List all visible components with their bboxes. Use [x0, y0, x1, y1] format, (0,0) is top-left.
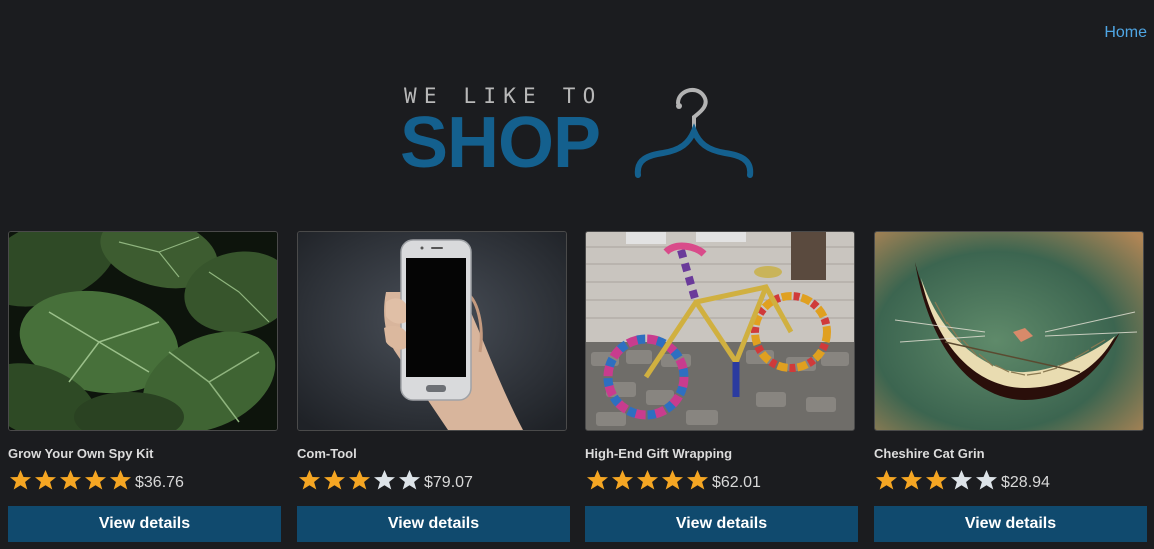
- star-filled-icon: [660, 469, 685, 491]
- star-filled-icon: [8, 469, 33, 491]
- star-empty-icon: [397, 469, 422, 491]
- product-price: $62.01: [712, 474, 761, 491]
- logo-brand: SHOP: [400, 103, 601, 183]
- site-logo[interactable]: WE LIKE TO SHOP: [400, 82, 760, 182]
- product-image[interactable]: [8, 231, 278, 431]
- product-price: $36.76: [135, 474, 184, 491]
- green-leaves-image: [9, 232, 277, 430]
- star-filled-icon: [924, 469, 949, 491]
- product-image[interactable]: [585, 231, 855, 431]
- star-filled-icon: [635, 469, 660, 491]
- star-filled-icon: [108, 469, 133, 491]
- star-filled-icon: [33, 469, 58, 491]
- hand-holding-phone-image: [298, 232, 566, 430]
- product-price: $79.07: [424, 474, 473, 491]
- star-filled-icon: [297, 469, 322, 491]
- cheshire-cat-grin-image: [875, 232, 1143, 430]
- hanger-icon: [634, 87, 754, 178]
- star-filled-icon: [685, 469, 710, 491]
- star-filled-icon: [58, 469, 83, 491]
- star-filled-icon: [899, 469, 924, 491]
- product-name[interactable]: Cheshire Cat Grin: [874, 446, 1147, 461]
- view-details-button[interactable]: View details: [8, 506, 281, 542]
- product-name[interactable]: Com-Tool: [297, 446, 570, 461]
- product-image[interactable]: [874, 231, 1144, 431]
- star-rating: [874, 469, 999, 491]
- product-rating: $36.76: [8, 468, 281, 492]
- yarn-bombed-bicycle-image: [586, 232, 854, 430]
- product-name[interactable]: High-End Gift Wrapping: [585, 446, 858, 461]
- star-empty-icon: [974, 469, 999, 491]
- product-price: $28.94: [1001, 474, 1050, 491]
- star-empty-icon: [949, 469, 974, 491]
- star-filled-icon: [874, 469, 899, 491]
- view-details-button[interactable]: View details: [297, 506, 570, 542]
- product-image[interactable]: [297, 231, 567, 431]
- view-details-button[interactable]: View details: [585, 506, 858, 542]
- star-filled-icon: [83, 469, 108, 491]
- product-rating: $79.07: [297, 468, 570, 492]
- product-card: Com-Tool $79.07 View details: [297, 231, 570, 542]
- star-filled-icon: [610, 469, 635, 491]
- star-filled-icon: [347, 469, 372, 491]
- product-rating: $62.01: [585, 468, 858, 492]
- product-card: Grow Your Own Spy Kit $36.76 View detail…: [8, 231, 281, 542]
- top-nav: Home: [1104, 24, 1147, 42]
- product-card: High-End Gift Wrapping $62.01 View detai…: [585, 231, 858, 542]
- star-empty-icon: [372, 469, 397, 491]
- home-link[interactable]: Home: [1104, 24, 1147, 41]
- star-rating: [585, 469, 710, 491]
- star-rating: [297, 469, 422, 491]
- star-filled-icon: [322, 469, 347, 491]
- product-rating: $28.94: [874, 468, 1147, 492]
- star-filled-icon: [585, 469, 610, 491]
- product-card: Cheshire Cat Grin $28.94 View details: [874, 231, 1147, 542]
- view-details-button[interactable]: View details: [874, 506, 1147, 542]
- star-rating: [8, 469, 133, 491]
- product-name[interactable]: Grow Your Own Spy Kit: [8, 446, 281, 461]
